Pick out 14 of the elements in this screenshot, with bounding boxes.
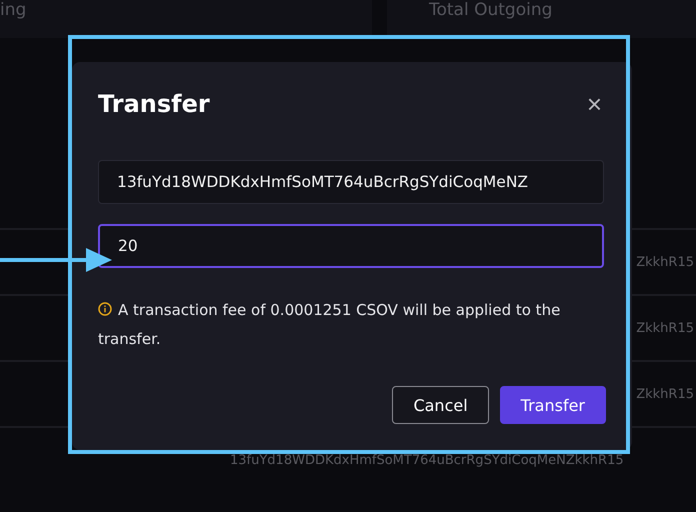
table-cell: ZkkhR15 [636,320,694,336]
dialog-title: Transfer [98,90,210,118]
transfer-button[interactable]: Transfer [500,386,606,424]
card-label: ing [0,1,26,19]
table-cell: ZkkhR15 [636,254,694,270]
table-cell: 13fuYd18WDDKdxHmfSoMT764uBcrRgSYdiCoqMeNZkkhR15 [230,452,624,468]
table-cell: ZkkhR15 [636,386,694,402]
fee-note: A transaction fee of 0.0001251 CSOV will be applied to the transfer. [98,300,562,350]
amount-field[interactable]: 20 [98,224,604,268]
cancel-button[interactable]: Cancel [392,386,489,424]
card-label: Total Outgoing [429,1,552,19]
address-field[interactable]: 13fuYd18WDDKdxHmfSoMT764uBcrRgSYdiCoqMeNZ [98,160,604,204]
info-icon [98,302,112,316]
close-button[interactable]: × [582,91,606,117]
